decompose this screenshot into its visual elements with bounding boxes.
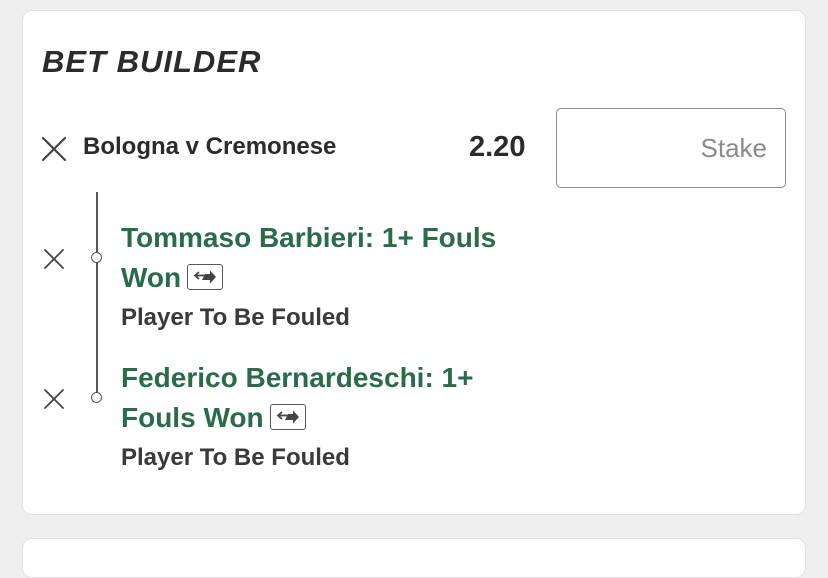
leg-connector-line [96, 192, 98, 397]
stake-input[interactable] [556, 108, 786, 188]
selection-text-line2: Fouls Won [121, 398, 561, 438]
leg-selection: Tommaso Barbieri: 1+ Fouls Won [121, 218, 561, 298]
next-card [22, 538, 806, 578]
bet-odds: 2.20 [469, 131, 526, 163]
remove-leg-close-icon[interactable] [43, 388, 65, 410]
selection-text: Fouls Won [121, 402, 264, 433]
swap-icon[interactable] [187, 263, 224, 290]
leg-dot [91, 392, 102, 403]
section-title: BET BUILDER [42, 44, 262, 79]
selection-text-line1: Tommaso Barbieri: 1+ Fouls [121, 222, 497, 253]
remove-bet-close-icon[interactable] [40, 135, 68, 163]
match-name: Bologna v Cremonese [83, 133, 337, 160]
selection-text: Won [121, 262, 182, 293]
leg-market: Player To Be Fouled [121, 304, 350, 331]
remove-leg-close-icon[interactable] [43, 248, 65, 270]
selection-text-line1: Federico Bernardeschi: 1+ [121, 362, 474, 393]
swap-icon[interactable] [269, 403, 306, 430]
leg-market: Player To Be Fouled [121, 444, 350, 471]
selection-text-line2: Won [121, 258, 561, 298]
leg-dot [91, 252, 102, 263]
leg-selection: Federico Bernardeschi: 1+ Fouls Won [121, 358, 561, 438]
